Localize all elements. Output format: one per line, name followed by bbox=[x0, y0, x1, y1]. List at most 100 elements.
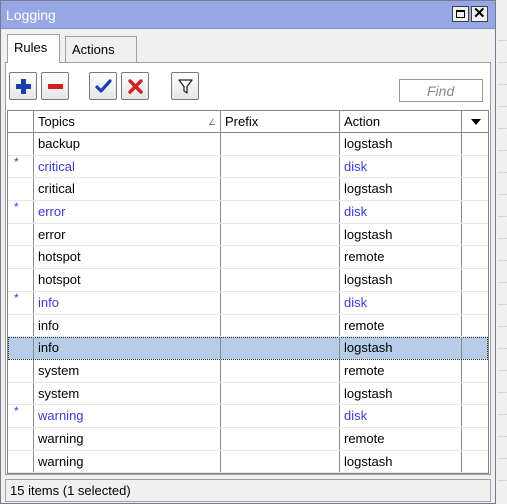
cell-spacer bbox=[462, 292, 488, 314]
minus-icon bbox=[48, 84, 63, 89]
cell-prefix bbox=[221, 405, 340, 427]
filter-button[interactable] bbox=[171, 72, 199, 100]
cell-action: logstash bbox=[340, 450, 462, 473]
title-bar[interactable]: Logging ✕ bbox=[1, 1, 495, 29]
cell-prefix bbox=[221, 382, 340, 405]
cell-prefix bbox=[221, 269, 340, 291]
column-header-topics[interactable]: Topics ∠ bbox=[34, 111, 221, 132]
cell-topics: warning bbox=[34, 405, 221, 427]
table-row[interactable]: critical logstash bbox=[8, 178, 488, 202]
search-placeholder: Find bbox=[427, 83, 455, 99]
tab-actions-label: Actions bbox=[72, 42, 115, 57]
cell-topics: info bbox=[34, 314, 221, 337]
cell-spacer bbox=[462, 337, 488, 359]
cell-action: logstash bbox=[340, 223, 462, 246]
table-row[interactable]: system remote bbox=[8, 359, 488, 383]
cell-spacer bbox=[462, 383, 488, 405]
disable-button[interactable] bbox=[121, 72, 149, 100]
column-header-action[interactable]: Action bbox=[340, 111, 462, 132]
cell-prefix bbox=[221, 133, 340, 155]
row-flag bbox=[8, 450, 34, 473]
close-icon: ✕ bbox=[473, 5, 486, 22]
table-row[interactable]: hotspot logstash bbox=[8, 269, 488, 292]
cell-prefix bbox=[221, 155, 340, 178]
row-flag bbox=[8, 382, 34, 405]
cell-prefix bbox=[221, 223, 340, 246]
cell-action: logstash bbox=[340, 337, 462, 359]
cell-topics: hotspot bbox=[34, 246, 221, 269]
table-row[interactable]: backup logstash bbox=[8, 133, 488, 156]
cell-prefix bbox=[221, 178, 340, 201]
close-button[interactable]: ✕ bbox=[471, 5, 488, 22]
cell-action: remote bbox=[340, 359, 462, 382]
cell-spacer bbox=[462, 451, 488, 473]
cell-topics: system bbox=[34, 359, 221, 382]
table-row[interactable]: warning remote bbox=[8, 427, 488, 451]
cell-topics: info bbox=[34, 337, 221, 359]
column-header-flags[interactable] bbox=[8, 111, 34, 132]
status-bar: 15 items (1 selected) bbox=[5, 479, 491, 502]
cell-spacer bbox=[462, 246, 488, 268]
table-row[interactable]: error logstash bbox=[8, 223, 488, 247]
table-row[interactable]: hotspot remote bbox=[8, 246, 488, 270]
cell-topics: info bbox=[34, 291, 221, 314]
tab-actions[interactable]: Actions bbox=[65, 36, 137, 62]
checkmark-icon bbox=[95, 79, 112, 93]
cell-spacer bbox=[462, 201, 488, 223]
table-row[interactable]: * error disk bbox=[8, 201, 488, 224]
enable-button[interactable] bbox=[89, 72, 117, 100]
cell-spacer bbox=[462, 178, 488, 200]
restore-icon bbox=[456, 10, 465, 18]
cell-action: logstash bbox=[340, 178, 462, 201]
row-flag: * bbox=[8, 405, 34, 427]
cell-spacer bbox=[462, 405, 488, 427]
plus-icon bbox=[16, 79, 31, 94]
remove-button[interactable] bbox=[41, 72, 69, 100]
tab-rules-label: Rules bbox=[14, 40, 48, 55]
status-text: 15 items (1 selected) bbox=[10, 483, 131, 498]
cell-topics: warning bbox=[34, 450, 221, 473]
cell-prefix bbox=[221, 201, 340, 223]
cell-action: disk bbox=[340, 405, 462, 427]
table-row[interactable]: system logstash bbox=[8, 382, 488, 406]
cell-action: disk bbox=[340, 201, 462, 223]
row-flag bbox=[8, 337, 34, 359]
table-row[interactable]: * critical disk bbox=[8, 155, 488, 179]
row-flag bbox=[8, 269, 34, 291]
cell-topics: critical bbox=[34, 178, 221, 201]
column-header-prefix[interactable]: Prefix bbox=[221, 111, 340, 132]
column-chooser-button[interactable] bbox=[462, 111, 488, 132]
cell-topics: system bbox=[34, 382, 221, 405]
cell-topics: error bbox=[34, 223, 221, 246]
table-row[interactable]: * warning disk bbox=[8, 405, 488, 428]
tab-rules[interactable]: Rules bbox=[7, 34, 60, 63]
cell-prefix bbox=[221, 450, 340, 473]
add-button[interactable] bbox=[9, 72, 37, 100]
column-header-action-label: Action bbox=[344, 114, 381, 129]
row-flag bbox=[8, 133, 34, 155]
table-header: Topics ∠ Prefix Action bbox=[8, 111, 488, 133]
row-flag bbox=[8, 427, 34, 450]
window-title: Logging bbox=[6, 7, 56, 23]
cell-action: remote bbox=[340, 246, 462, 269]
search-input[interactable]: Find bbox=[399, 79, 483, 102]
cell-action: remote bbox=[340, 427, 462, 450]
chevron-down-icon bbox=[471, 119, 481, 125]
row-flag bbox=[8, 223, 34, 246]
filter-icon bbox=[178, 79, 193, 94]
cell-prefix bbox=[221, 359, 340, 382]
sort-ascending-icon: ∠ bbox=[208, 117, 217, 127]
cell-spacer bbox=[462, 156, 488, 178]
table-row[interactable]: info remote bbox=[8, 314, 488, 338]
cell-topics: hotspot bbox=[34, 269, 221, 291]
table-row[interactable]: info logstash bbox=[8, 337, 488, 360]
column-header-topics-label: Topics bbox=[38, 114, 75, 129]
cross-icon bbox=[128, 79, 143, 94]
cell-prefix bbox=[221, 246, 340, 269]
table-row[interactable]: warning logstash bbox=[8, 450, 488, 474]
table-row[interactable]: * info disk bbox=[8, 291, 488, 315]
restore-button[interactable] bbox=[452, 6, 469, 22]
cell-topics: critical bbox=[34, 155, 221, 178]
cell-action: disk bbox=[340, 155, 462, 178]
logging-window: Logging ✕ Rules Actions Find Topics ∠ Pr… bbox=[0, 0, 496, 504]
